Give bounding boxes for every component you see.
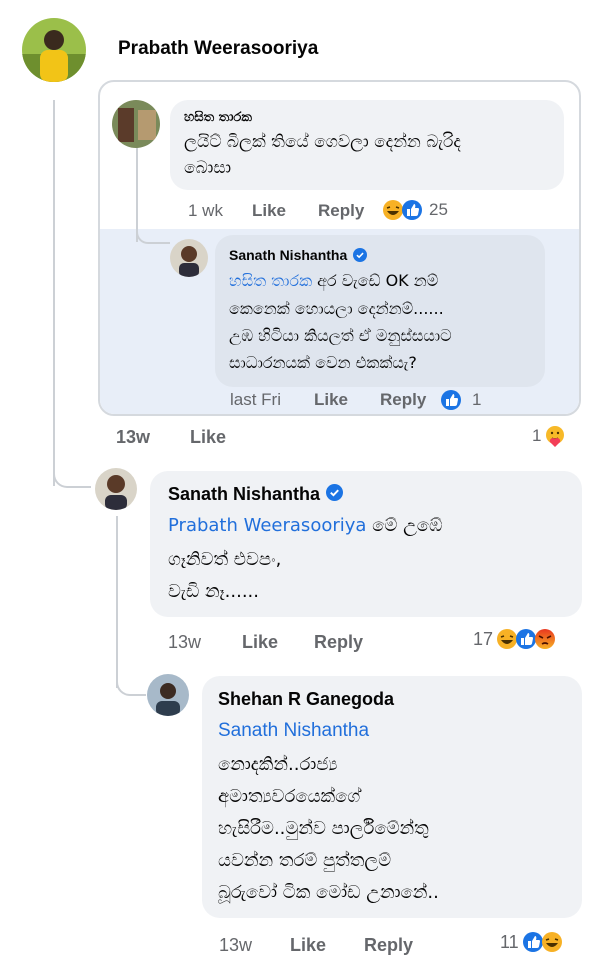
reply1-text-line3: වැඩි නෑ...... bbox=[168, 581, 259, 602]
reply1-reactions[interactable]: 17 bbox=[473, 628, 556, 650]
reply1-reply-button[interactable]: Reply bbox=[314, 632, 363, 653]
quoted-comment-text-line2: බොසා bbox=[184, 158, 232, 178]
avatar-prabath[interactable] bbox=[22, 18, 86, 82]
reply1-like-button[interactable]: Like bbox=[242, 632, 278, 653]
reply2-text-line5: යවන්න තරම් පුත්තලම් bbox=[218, 850, 392, 871]
haha-reaction-icon bbox=[541, 931, 563, 953]
quoted-comment-reaction-count: 25 bbox=[429, 200, 448, 219]
comment-reaction-count: 1 bbox=[532, 426, 542, 445]
avatar-hasitha[interactable] bbox=[112, 100, 160, 148]
like-reaction-icon bbox=[401, 199, 423, 221]
thread-curve-reply1 bbox=[53, 460, 91, 488]
quoted-reply-reactions[interactable]: 1 bbox=[440, 389, 484, 411]
reply2-like-button[interactable]: Like bbox=[290, 935, 326, 956]
quoted-reply-author-name: Sanath Nishantha bbox=[229, 247, 348, 263]
quoted-comment-text-line1: ලයිට් බිලක් තියේ ගෙවලා දෙන්න බැරිද bbox=[184, 132, 461, 152]
quoted-reply-author[interactable]: Sanath Nishantha bbox=[229, 247, 368, 265]
quoted-comment-author[interactable]: හසිත තාරක bbox=[184, 110, 252, 125]
quoted-reply-text-line4: සාධාරනයක් වෙන එකක්යැ? bbox=[229, 353, 417, 372]
verified-badge-icon bbox=[353, 247, 368, 265]
reply2-mention[interactable]: Sanath Nishantha bbox=[218, 720, 369, 742]
avatar-shehan[interactable] bbox=[147, 674, 189, 716]
quoted-comment-time[interactable]: 1 wk bbox=[188, 201, 223, 221]
like-reaction-icon bbox=[440, 389, 462, 411]
quoted-reply-reply-button[interactable]: Reply bbox=[380, 390, 426, 410]
reply2-text-line2: නොදකින්..රාජ්‍ය bbox=[218, 754, 338, 775]
reply1-bubble: Sanath Nishantha Prabath Weerasooriya මේ… bbox=[150, 471, 582, 617]
reply1-mention[interactable]: Prabath Weerasooriya bbox=[168, 515, 366, 536]
verified-badge-icon bbox=[326, 484, 344, 506]
quoted-reply-time[interactable]: last Fri bbox=[230, 390, 281, 410]
angry-reaction-icon bbox=[534, 628, 556, 650]
thread-line-root bbox=[53, 100, 55, 486]
reply1-text-line2: ගෑනිවත් එවපං, bbox=[168, 549, 282, 570]
reply2-bubble: Shehan R Ganegoda Sanath Nishantha නොදකි… bbox=[202, 676, 582, 918]
comment-like-button[interactable]: Like bbox=[190, 427, 226, 448]
quoted-thread-curve bbox=[136, 224, 170, 244]
care-reaction-icon bbox=[544, 425, 566, 447]
quoted-reply-text-line1: හසිත තාරක අර වැඩේ OK නම් bbox=[229, 271, 439, 290]
quoted-comment-reactions[interactable]: 25 bbox=[382, 199, 451, 221]
quoted-reply-bubble: Sanath Nishantha හසිත තාරක අර වැඩේ OK නම… bbox=[215, 235, 545, 387]
reply1-text-line1: Prabath Weerasooriya මේ උඹේ bbox=[168, 515, 443, 536]
reply2-reactions[interactable]: 11 bbox=[500, 931, 563, 953]
quoted-comment-bubble: හසිත තාරක ලයිට් බිලක් තියේ ගෙවලා දෙන්න බ… bbox=[170, 100, 564, 190]
thread-line-reply1 bbox=[116, 516, 118, 688]
comment-reactions[interactable]: 1 bbox=[532, 425, 566, 447]
reply1-reaction-count: 17 bbox=[473, 628, 494, 649]
quoted-reply-text-line2: කෙනෙක් හොයලා දෙන්නම්...... bbox=[229, 299, 444, 318]
thread-curve-reply2 bbox=[116, 668, 146, 696]
avatar-sanath-small[interactable] bbox=[170, 239, 208, 277]
reply1-time[interactable]: 13w bbox=[168, 632, 201, 653]
avatar-sanath[interactable] bbox=[95, 468, 137, 510]
comment-time[interactable]: 13w bbox=[116, 427, 150, 448]
reply2-text-line3: අමාත්‍යවරයෙක්ගේ bbox=[218, 786, 361, 807]
quoted-comment-reply-button[interactable]: Reply bbox=[318, 201, 364, 221]
quoted-reply-reaction-count: 1 bbox=[472, 390, 482, 409]
reply2-time[interactable]: 13w bbox=[219, 935, 252, 956]
quoted-reply-text-line3: උඹ හිටියා කියලත් ඒ මනුස්සයාට bbox=[229, 326, 452, 345]
reply2-reply-button[interactable]: Reply bbox=[364, 935, 413, 956]
reply1-author-name: Sanath Nishantha bbox=[168, 484, 321, 504]
quoted-reply-like-button[interactable]: Like bbox=[314, 390, 348, 410]
comment-author[interactable]: Prabath Weerasooriya bbox=[118, 38, 318, 60]
quoted-reply-mention[interactable]: හසිත තාරක bbox=[229, 271, 312, 290]
reply2-author[interactable]: Shehan R Ganegoda bbox=[218, 689, 394, 710]
quoted-comment-card: හසිත තාරක ලයිට් බිලක් තියේ ගෙවලා දෙන්න බ… bbox=[98, 80, 581, 416]
reply2-text-line4: හැසිරීම..මුන්ව පාර්ලිමේන්තු bbox=[218, 818, 429, 839]
reply2-text-line6: බූරුවෝ ටික මෝඩ උනානේ.. bbox=[218, 882, 439, 903]
reply1-author[interactable]: Sanath Nishantha bbox=[168, 484, 344, 506]
reply2-reaction-count: 11 bbox=[500, 931, 519, 952]
quoted-comment-like-button[interactable]: Like bbox=[252, 201, 286, 221]
